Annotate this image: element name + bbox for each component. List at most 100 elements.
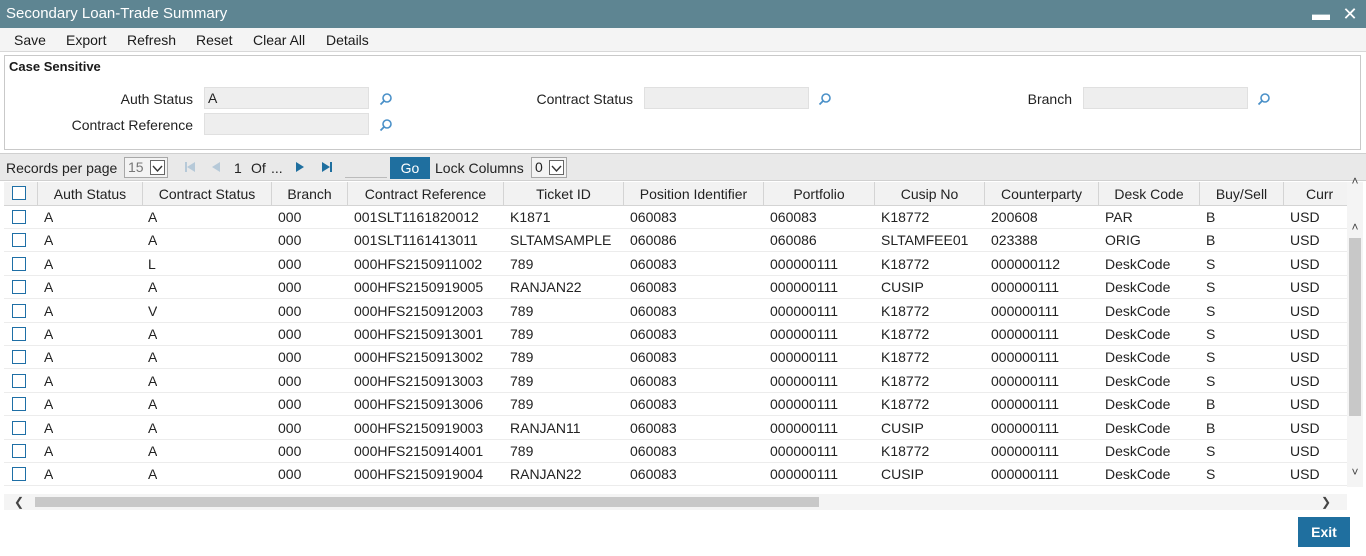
records-per-page-value: 15: [128, 159, 144, 175]
close-icon[interactable]: ✕: [1339, 3, 1361, 25]
cell-ticket-id: K1871: [510, 209, 551, 225]
auth-status-search-icon[interactable]: [378, 91, 394, 107]
column-header-portfolio[interactable]: Portfolio: [764, 182, 875, 206]
menu-details[interactable]: Details: [326, 32, 369, 48]
table-row[interactable]: A A 000 000HFS2150919005 RANJAN22 060083 00000…: [4, 276, 1347, 300]
cell-contract-status: A: [148, 396, 158, 413]
cell-contract-reference: 000HFS2150914001: [354, 443, 484, 459]
row-checkbox[interactable]: [12, 280, 26, 295]
scroll-left-icon[interactable]: ❮: [12, 495, 26, 509]
horizontal-scrollbar[interactable]: ❮ ❯: [4, 494, 1347, 510]
contract-reference-input[interactable]: [204, 113, 369, 135]
menu-export[interactable]: Export: [66, 32, 106, 48]
table-row[interactable]: A L 000 000HFS2150911002 789 060083 000000111 K…: [4, 253, 1347, 276]
table-row[interactable]: A A 000 000HFS2150913001 789 060083 000000111 K…: [4, 323, 1347, 346]
cell-contract-status: A: [148, 232, 158, 249]
column-header-ticket-id[interactable]: Ticket ID: [504, 182, 624, 206]
cell-branch: 000: [278, 232, 302, 249]
row-checkbox[interactable]: [12, 303, 26, 318]
cell-desk-code: DeskCode: [1105, 349, 1171, 366]
column-header-currency[interactable]: Curr: [1284, 182, 1347, 206]
vertical-scroll-thumb[interactable]: [1349, 238, 1361, 416]
table-row[interactable]: A A 000 000HFS2150919004 RANJAN22 060083 00000…: [4, 463, 1347, 487]
column-header-contract-reference[interactable]: Contract Reference: [348, 182, 504, 206]
previous-page-icon[interactable]: [209, 160, 223, 174]
branch-input[interactable]: [1083, 87, 1248, 109]
column-header-branch[interactable]: Branch: [272, 182, 348, 206]
row-checkbox[interactable]: [12, 233, 26, 248]
menu-refresh[interactable]: Refresh: [127, 32, 176, 48]
lock-columns-value: 0: [535, 159, 543, 175]
column-header-desk-code[interactable]: Desk Code: [1099, 182, 1200, 206]
cell-ticket-id: 789: [510, 302, 534, 319]
row-checkbox[interactable]: [12, 256, 26, 271]
scroll-right-icon[interactable]: ❯: [1319, 495, 1333, 509]
table-row[interactable]: A V 000 000HFS2150912003 789 060083 000000111 K…: [4, 300, 1347, 323]
row-checkbox[interactable]: [12, 373, 26, 388]
column-header-buy-sell[interactable]: Buy/Sell: [1200, 182, 1284, 206]
table-row[interactable]: A A 000 000HFS2150913002 789 060083 000000111 K…: [4, 346, 1347, 370]
column-header-cusip-no[interactable]: Cusip No: [875, 182, 985, 206]
row-checkbox[interactable]: [12, 444, 26, 458]
cell-position-identifier: 060083: [630, 349, 677, 366]
row-checkbox[interactable]: [12, 327, 26, 341]
auth-status-input[interactable]: A: [204, 87, 369, 109]
cell-portfolio: 000000111: [770, 466, 838, 483]
cell-contract-status: A: [148, 372, 158, 389]
column-header-contract-status[interactable]: Contract Status: [143, 182, 272, 206]
table-row[interactable]: A A 000 001SLT1161820012 K1871 060083 060083 K1…: [4, 206, 1347, 229]
column-header-auth-status[interactable]: Auth Status: [38, 182, 143, 206]
cell-contract-reference: 000HFS2150913002: [354, 349, 484, 366]
horizontal-scroll-thumb[interactable]: [35, 497, 819, 507]
exit-button[interactable]: Exit: [1298, 517, 1350, 547]
table-row[interactable]: A A 000 000HFS2150913006 789 060083 000000111 K…: [4, 393, 1347, 417]
menu-clear-all[interactable]: Clear All: [253, 32, 305, 48]
goto-page-input[interactable]: [345, 158, 387, 178]
minimize-icon[interactable]: ▬: [1310, 3, 1332, 25]
cell-branch: 000: [278, 209, 302, 225]
cell-desk-code: DeskCode: [1105, 302, 1171, 319]
cell-cusip-no: K18772: [881, 302, 930, 319]
column-header-counterparty[interactable]: Counterparty: [985, 182, 1099, 206]
row-checkbox[interactable]: [12, 210, 26, 224]
contract-status-input[interactable]: [644, 87, 809, 109]
cell-position-identifier: 060083: [630, 443, 677, 459]
row-checkbox[interactable]: [12, 397, 26, 412]
cell-portfolio: 000000111: [770, 302, 838, 319]
contract-status-search-icon[interactable]: [817, 91, 833, 107]
title-bar: Secondary Loan-Trade Summary ▬ ✕: [0, 0, 1366, 28]
row-checkbox[interactable]: [12, 350, 26, 365]
records-per-page-select[interactable]: 15: [124, 157, 168, 178]
records-per-page-label: Records per page: [6, 160, 118, 176]
total-pages: ...: [271, 160, 283, 176]
cell-contract-reference: 000HFS2150913001: [354, 326, 484, 342]
cell-desk-code: DeskCode: [1105, 396, 1171, 413]
column-header-position-identifier[interactable]: Position Identifier: [624, 182, 764, 206]
first-page-icon[interactable]: [183, 160, 197, 174]
table-row[interactable]: A A 000 001SLT1161413011 SLTAMSAMPLE 060086 06…: [4, 229, 1347, 253]
cell-buy-sell: S: [1206, 255, 1216, 272]
branch-search-icon[interactable]: [1256, 91, 1272, 107]
scroll-up-icon[interactable]: ˄: [1348, 220, 1362, 234]
row-checkbox[interactable]: [12, 467, 26, 482]
table-row[interactable]: A A 000 000HFS2150919003 RANJAN11 060083 00000…: [4, 417, 1347, 440]
lock-columns-select[interactable]: 0: [531, 157, 567, 178]
cell-portfolio: 000000111: [770, 255, 838, 272]
go-button[interactable]: Go: [390, 157, 430, 179]
vertical-scrollbar[interactable]: ˄ ˄ ˅: [1347, 174, 1363, 487]
table-row[interactable]: A A 000 000HFS2150913003 789 060083 000000111 K…: [4, 370, 1347, 393]
cell-buy-sell: S: [1206, 326, 1216, 342]
scroll-up-icon[interactable]: ˄: [1348, 174, 1362, 188]
cell-position-identifier: 060083: [630, 466, 677, 483]
lock-columns-label: Lock Columns: [435, 160, 524, 176]
table-row[interactable]: A A 000 000HFS2150914001 789 060083 000000111 K…: [4, 440, 1347, 463]
contract-reference-search-icon[interactable]: [378, 117, 394, 133]
menu-reset[interactable]: Reset: [196, 32, 233, 48]
cell-contract-reference: 000HFS2150913003: [354, 372, 484, 389]
scroll-down-icon[interactable]: ˅: [1348, 465, 1362, 479]
row-checkbox[interactable]: [12, 420, 26, 435]
select-all-checkbox[interactable]: [12, 186, 26, 200]
menu-save[interactable]: Save: [14, 32, 46, 48]
last-page-icon[interactable]: [320, 160, 334, 174]
next-page-icon[interactable]: [293, 160, 307, 174]
